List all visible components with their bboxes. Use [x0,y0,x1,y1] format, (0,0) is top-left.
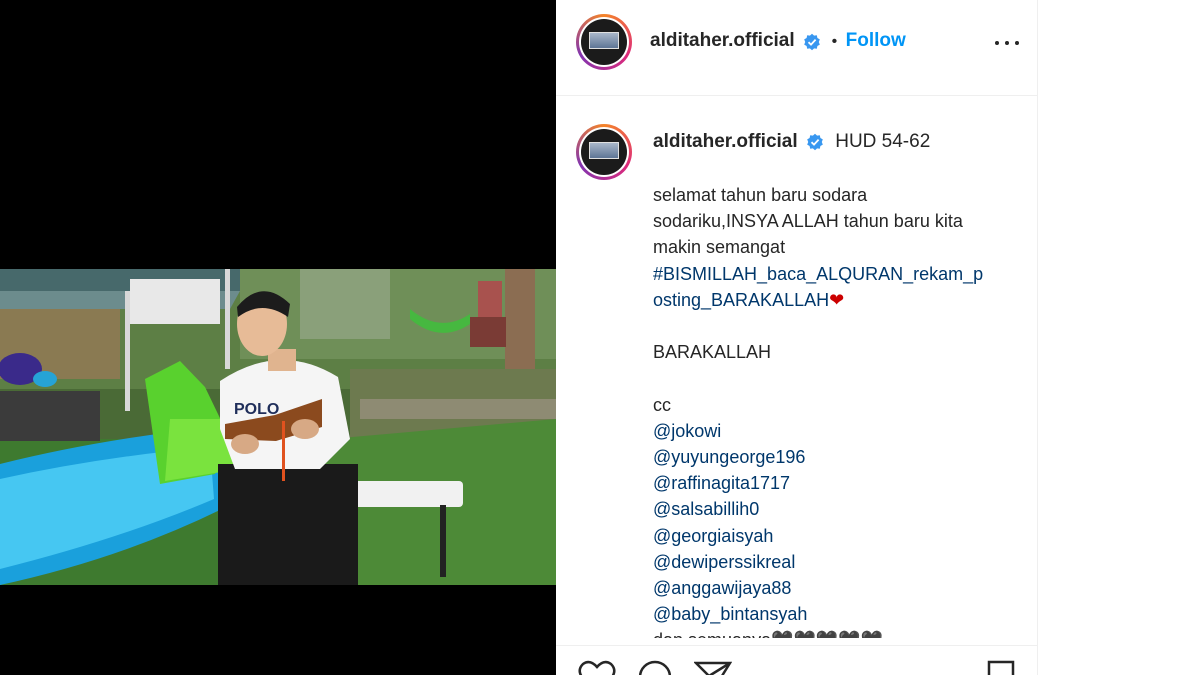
mention-link[interactable]: @raffinagita1717 [653,470,1013,496]
caption-last-line: dan semuanya🖤🖤🖤🖤🖤 [653,627,1013,638]
mention-link[interactable]: @yuyungeorge196 [653,444,1013,470]
verified-badge-icon [807,133,823,151]
video-scene-image: POLO [0,269,556,585]
more-options-icon[interactable] [994,32,1020,54]
caption-author-row: alditaher.official HUD 54-62 [653,131,930,153]
caption-title: HUD 54-62 [835,131,931,152]
mention-link[interactable]: @jokowi [653,418,1013,444]
caption-line: selamat tahun baru sodara [653,185,868,205]
mention-link[interactable]: @baby_bintansyah [653,601,1013,627]
mention-link[interactable]: @georgiaisyah [653,523,1013,549]
follow-button[interactable]: Follow [846,30,906,51]
send-icon[interactable] [694,660,732,675]
post-action-bar [556,645,1038,675]
header-user-row: alditaher.official • Follow [650,30,906,52]
bookmark-icon[interactable] [984,660,1018,675]
post-header: alditaher.official • Follow [556,0,1038,96]
post-side-panel: alditaher.official • Follow alditaher.of… [556,0,1038,675]
caption-author-username[interactable]: alditaher.official [653,131,798,152]
caption-cc: cc [653,394,671,415]
post-media[interactable]: POLO [0,0,556,675]
heart-icon[interactable] [578,660,616,675]
profile-avatar[interactable] [576,14,632,70]
post-video-frame[interactable]: POLO [0,269,556,585]
caption-barakallah: BARAKALLAH [653,342,772,363]
page-background [1038,0,1200,675]
mention-link[interactable]: @salsabillih0 [653,496,1013,522]
mention-link[interactable]: @dewiperssikreal [653,549,1013,575]
hashtag-link[interactable]: #BISMILLAH_baca_ALQURAN_rekam_p [653,261,1013,287]
header-separator: • [831,33,838,50]
comment-icon[interactable] [636,660,674,675]
caption-author-avatar[interactable] [576,124,632,180]
caption-line: makin semangat [653,237,786,258]
mention-link[interactable]: @anggawijaya88 [653,575,1013,601]
caption-line: sodariku,INSYA ALLAH tahun baru kita [653,211,963,232]
caption-body: selamat tahun baru sodara sodariku,INSYA… [653,182,1013,638]
header-username-link[interactable]: alditaher.official [650,30,795,51]
caption-scroll-area[interactable]: alditaher.official HUD 54-62 selamat tah… [556,96,1038,638]
verified-badge-icon [804,33,820,50]
heart-emoji: ❤ [829,289,845,310]
hashtag-link-continued[interactable]: osting_BARAKALLAH [653,290,829,310]
